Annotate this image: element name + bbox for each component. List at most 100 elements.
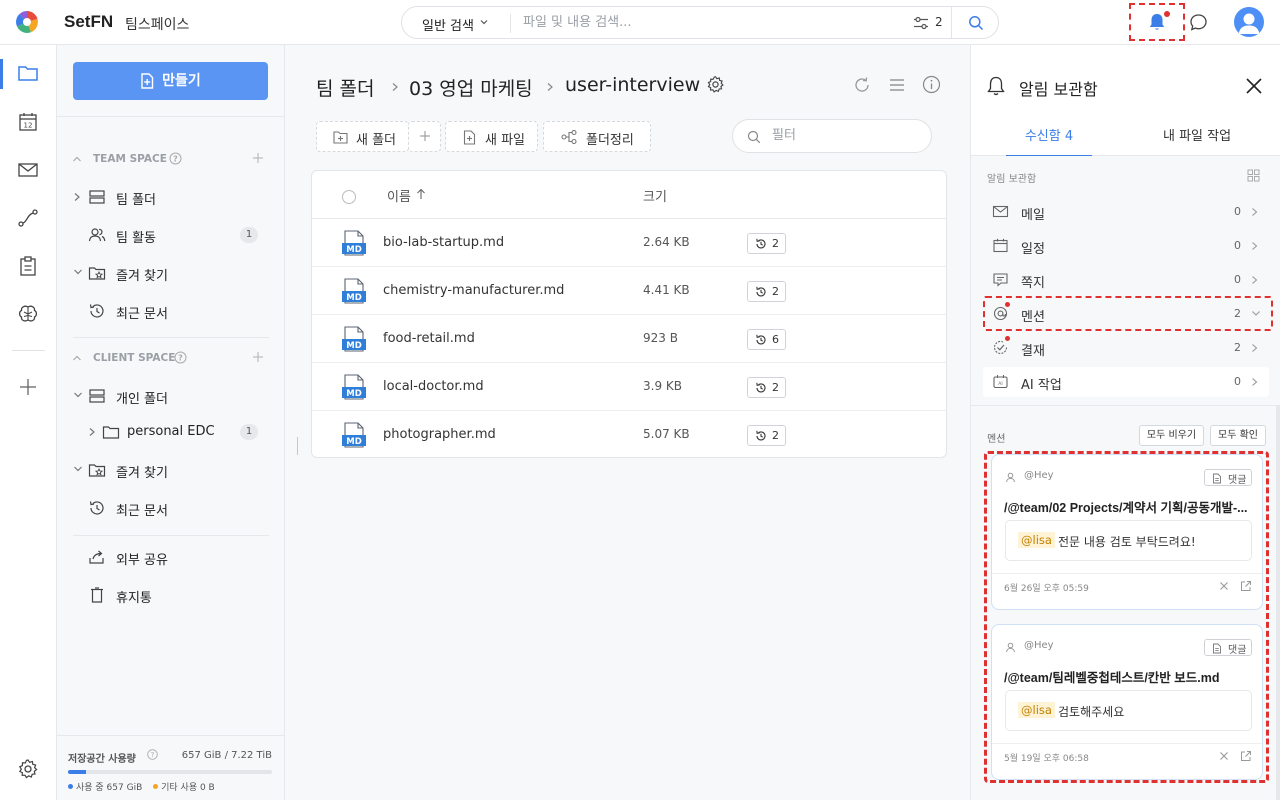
scrollbar[interactable]	[1276, 406, 1280, 800]
help-icon[interactable]: ?	[174, 351, 187, 364]
category-approval[interactable]: 결재 2	[983, 333, 1269, 363]
category-note[interactable]: 쪽지 0	[983, 265, 1269, 295]
new-folder-button[interactable]: 새 폴더	[316, 121, 409, 152]
history-icon	[756, 286, 766, 297]
create-button[interactable]: 만들기	[73, 62, 268, 100]
bell-icon	[987, 76, 1005, 96]
category-ai-job[interactable]: AI AI 작업 0	[983, 367, 1269, 397]
file-name[interactable]: local-doctor.md	[383, 379, 484, 394]
new-folder-more-button[interactable]	[408, 121, 441, 152]
select-all-checkbox[interactable]	[342, 190, 356, 204]
version-history-button[interactable]: 2	[747, 281, 786, 302]
file-name[interactable]: photographer.md	[383, 427, 496, 442]
external-link-icon[interactable]	[1240, 750, 1252, 762]
sort-arrow-up-icon[interactable]	[416, 188, 426, 200]
mention-path[interactable]: /@team/02 Projects/계약서 기획/공동개발-...	[1004, 497, 1254, 516]
check-all-button[interactable]: 모두 확인	[1210, 425, 1266, 446]
chevron-down-icon[interactable]	[73, 465, 83, 473]
calendar-icon[interactable]: 12	[17, 111, 39, 133]
table-row[interactable]: MD local-doctor.md 3.9 KB 2	[312, 363, 946, 411]
close-icon[interactable]	[1219, 751, 1229, 761]
chat-icon[interactable]	[1189, 13, 1208, 32]
close-icon[interactable]	[1219, 581, 1229, 591]
filter-input[interactable]	[772, 128, 912, 143]
version-history-button[interactable]: 2	[747, 377, 786, 398]
clear-all-button[interactable]: 모두 비우기	[1139, 425, 1204, 446]
chevron-right-icon[interactable]	[88, 427, 96, 437]
help-icon[interactable]: ?	[169, 152, 182, 165]
version-history-button[interactable]: 2	[747, 425, 786, 446]
settings-icon[interactable]	[17, 758, 39, 780]
chevron-down-icon[interactable]	[479, 17, 489, 27]
plus-icon[interactable]	[252, 351, 264, 363]
resize-handle[interactable]	[297, 437, 298, 455]
tab-inbox[interactable]: 수신함 4	[1006, 117, 1092, 157]
filter-sliders-icon[interactable]	[913, 16, 929, 30]
chevron-down-icon[interactable]	[73, 268, 83, 276]
close-icon[interactable]	[1245, 77, 1263, 95]
chevron-right-icon[interactable]	[73, 192, 81, 202]
refresh-icon[interactable]	[853, 76, 871, 94]
column-name[interactable]: 이름	[387, 186, 411, 205]
sidebar-item-team-activity[interactable]: 팀 활동 1	[57, 221, 285, 249]
chevron-up-icon[interactable]	[72, 155, 82, 163]
file-name[interactable]: chemistry-manufacturer.md	[383, 283, 564, 298]
mention-path[interactable]: /@team/팀레벨중첩테스트/칸반 보드.md	[1004, 667, 1254, 686]
table-row[interactable]: MD bio-lab-startup.md 2.64 KB 2	[312, 219, 946, 267]
file-name[interactable]: food-retail.md	[383, 331, 475, 346]
mention-card[interactable]: @Hey 댓글 /@team/02 Projects/계약서 기획/공동개발-.…	[991, 454, 1263, 610]
tab-my-file-jobs[interactable]: 내 파일 작업	[1163, 125, 1231, 144]
version-history-button[interactable]: 2	[747, 233, 786, 254]
version-history-button[interactable]: 6	[747, 329, 786, 350]
chevron-right-icon	[1252, 208, 1258, 216]
new-file-icon	[141, 73, 154, 89]
breadcrumb-item[interactable]: 03 영업 마케팅	[409, 74, 533, 101]
sidebar-item-team-folder[interactable]: 팀 폴더	[57, 183, 285, 211]
folder-settings-icon[interactable]	[706, 75, 725, 94]
table-row[interactable]: MD food-retail.md 923 B 6	[312, 315, 946, 363]
category-mail[interactable]: 메일 0	[983, 197, 1269, 227]
folder-icon[interactable]	[17, 62, 39, 84]
sidebar-item-recent[interactable]: 최근 문서	[57, 494, 285, 522]
app-logo[interactable]	[16, 11, 38, 33]
search-icon[interactable]	[968, 15, 984, 31]
breadcrumb-item[interactable]: 팀 폴더	[316, 74, 374, 101]
sidebar-item-external-share[interactable]: 외부 공유	[57, 543, 285, 571]
user-avatar[interactable]	[1234, 7, 1264, 37]
info-icon[interactable]	[922, 75, 941, 94]
external-link-icon[interactable]	[1240, 580, 1252, 592]
workflow-icon[interactable]	[17, 207, 39, 229]
rail-divider	[12, 350, 45, 351]
table-row[interactable]: MD photographer.md 5.07 KB 2	[312, 411, 946, 457]
chevron-up-icon[interactable]	[72, 354, 82, 362]
list-view-icon[interactable]	[888, 76, 906, 94]
sidebar-item-personal-edc[interactable]: personal EDC 1	[57, 418, 285, 446]
sidebar-item-favorites[interactable]: 즐겨 찾기	[57, 259, 285, 287]
mail-icon[interactable]	[17, 159, 39, 181]
grid-icon[interactable]	[1247, 169, 1260, 182]
brain-icon[interactable]	[17, 303, 39, 325]
organize-folder-button[interactable]: 폴더정리	[543, 121, 651, 152]
file-size: 923 B	[643, 331, 678, 345]
help-icon[interactable]: ?	[147, 749, 158, 760]
mention-text: 검토해주세요	[1058, 705, 1125, 719]
mention-user-tag: @lisa	[1018, 702, 1055, 718]
sidebar-item-trash[interactable]: 휴지통	[57, 581, 285, 609]
file-name[interactable]: bio-lab-startup.md	[383, 235, 504, 250]
new-file-button[interactable]: 새 파일	[445, 121, 538, 152]
search-type-select[interactable]: 일반 검색	[422, 15, 474, 34]
divider	[992, 573, 1262, 574]
clipboard-icon[interactable]	[17, 255, 39, 277]
sidebar-item-recent[interactable]: 최근 문서	[57, 297, 285, 325]
column-size[interactable]: 크기	[643, 186, 667, 205]
category-schedule[interactable]: 일정 0	[983, 231, 1269, 261]
sidebar-item-personal-folder[interactable]: 개인 폴더	[57, 382, 285, 410]
table-row[interactable]: MD chemistry-manufacturer.md 4.41 KB 2	[312, 267, 946, 315]
search-input[interactable]	[523, 15, 883, 30]
mention-card[interactable]: @Hey 댓글 /@team/팀레벨중첩테스트/칸반 보드.md @lisa 검…	[991, 624, 1263, 780]
chevron-down-icon[interactable]	[73, 391, 83, 399]
sidebar-item-favorites[interactable]: 즐겨 찾기	[57, 456, 285, 484]
plus-icon[interactable]	[17, 376, 39, 398]
workspace-name[interactable]: 팀스페이스	[125, 14, 189, 34]
plus-icon[interactable]	[252, 152, 264, 164]
